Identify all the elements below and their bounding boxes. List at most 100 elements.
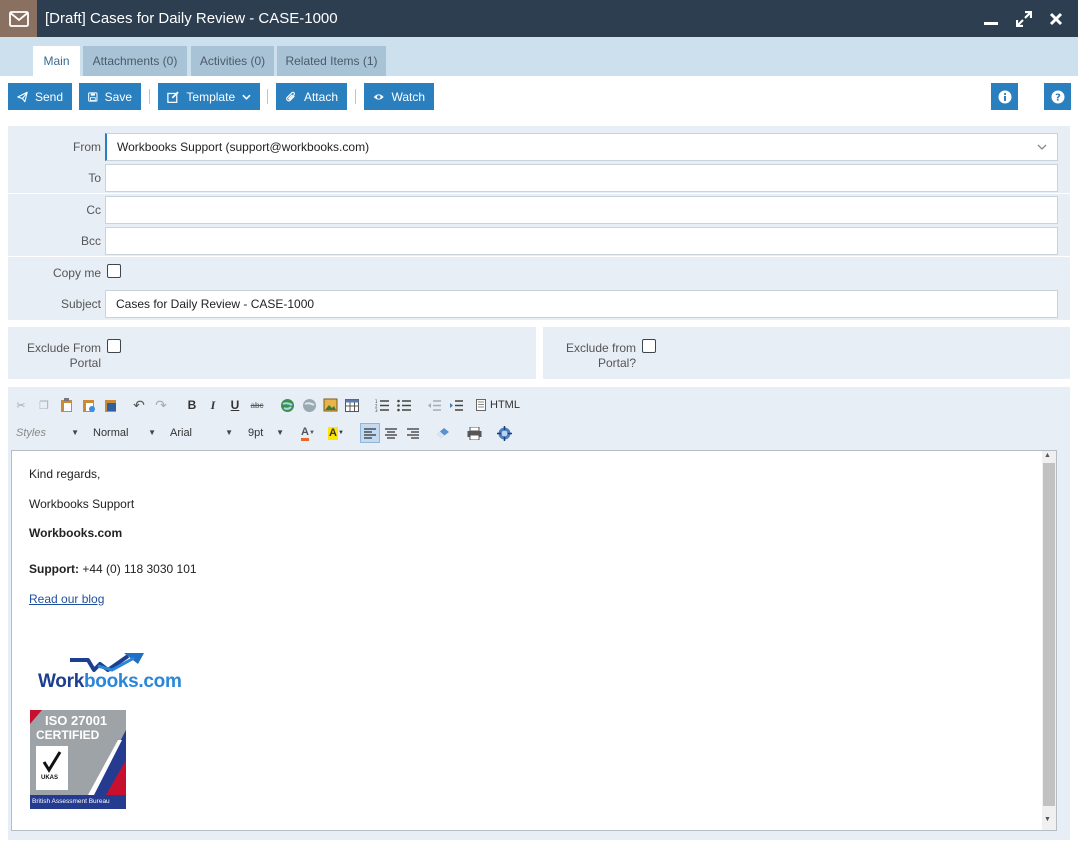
- info-button[interactable]: [991, 83, 1018, 110]
- align-center-icon[interactable]: [382, 424, 400, 442]
- close-icon: [1049, 12, 1063, 25]
- support-label: Support:: [29, 562, 79, 576]
- exclude-from-portal-checkbox[interactable]: [107, 339, 121, 353]
- redo-icon[interactable]: ↷: [152, 396, 170, 414]
- exclude-label-line2: Portal?: [597, 356, 636, 370]
- window-titlebar: [Draft] Cases for Daily Review - CASE-10…: [0, 0, 1078, 37]
- ukas-text: UKAS: [41, 775, 59, 781]
- scroll-down-icon[interactable]: ▼: [1044, 816, 1051, 823]
- align-right-icon[interactable]: [404, 424, 422, 442]
- minimize-button[interactable]: [978, 0, 1004, 37]
- exclude-from-portal-label: Exclude From Portal: [9, 341, 101, 371]
- print-icon[interactable]: [465, 424, 483, 442]
- outdent-icon[interactable]: [425, 396, 443, 414]
- svg-text:3: 3: [375, 408, 378, 412]
- unlink-icon[interactable]: [300, 396, 318, 414]
- indent-icon[interactable]: [447, 396, 465, 414]
- size-value: 9pt: [248, 427, 264, 439]
- send-button[interactable]: Send: [8, 83, 72, 110]
- help-button[interactable]: ?: [1044, 83, 1071, 110]
- exclude-label-line2: Portal: [69, 356, 101, 370]
- numbered-list-icon[interactable]: 123: [373, 396, 391, 414]
- cut-icon[interactable]: ✂: [12, 396, 30, 414]
- signature-support: Support: +44 (0) 118 3030 101: [29, 562, 197, 576]
- bold-icon[interactable]: B: [183, 396, 201, 414]
- exclude-from-portal-2-label: Exclude from Portal?: [544, 341, 636, 371]
- blog-link[interactable]: Read our blog: [29, 592, 104, 606]
- maximize-button[interactable]: [1011, 0, 1037, 37]
- tab-main[interactable]: Main: [33, 46, 80, 76]
- cc-label: Cc: [86, 203, 101, 217]
- eraser-icon[interactable]: [434, 424, 452, 442]
- iso-27001-badge: ISO 27001 CERTIFIED UKAS British Assessm…: [30, 710, 126, 809]
- watch-label: Watch: [391, 89, 425, 104]
- table-icon[interactable]: [343, 396, 361, 414]
- bcc-label: Bcc: [80, 234, 101, 248]
- send-icon: [17, 91, 28, 102]
- watch-button[interactable]: Watch: [364, 83, 434, 110]
- from-value: Workbooks Support (support@workbooks.com…: [117, 140, 370, 154]
- copy-icon[interactable]: ❐: [35, 396, 53, 414]
- paste-icon[interactable]: [57, 396, 75, 414]
- bcc-field[interactable]: [105, 227, 1058, 255]
- signature-company: Workbooks.com: [29, 526, 123, 540]
- copy-me-label: Copy me: [52, 266, 101, 280]
- maximize-editor-icon[interactable]: [495, 424, 513, 442]
- info-icon: [998, 90, 1011, 103]
- edit-icon: [167, 90, 179, 103]
- tab-attachments[interactable]: Attachments (0): [83, 46, 187, 76]
- eye-icon: [373, 93, 384, 100]
- image-icon[interactable]: [321, 396, 339, 414]
- save-label: Save: [104, 89, 132, 104]
- strikethrough-icon[interactable]: abc: [248, 396, 266, 414]
- editor-scrollbar-thumb[interactable]: [1043, 463, 1055, 806]
- subject-field[interactable]: Cases for Daily Review - CASE-1000: [105, 290, 1058, 318]
- format-value: Normal: [93, 427, 129, 439]
- bullet-list-icon[interactable]: [395, 396, 413, 414]
- iso-title: ISO 27001: [45, 713, 108, 728]
- size-combo[interactable]: 9pt ▼: [243, 423, 288, 443]
- background-color-icon[interactable]: A ▼: [325, 424, 347, 442]
- template-dropdown-button[interactable]: Template: [158, 83, 260, 110]
- font-combo[interactable]: Arial ▼: [165, 423, 237, 443]
- align-left-icon[interactable]: [360, 423, 380, 443]
- toolbar-divider: [149, 89, 150, 104]
- iso-certified: CERTIFIED: [36, 728, 100, 742]
- attach-button[interactable]: Attach: [276, 83, 347, 110]
- subject-label: Subject: [60, 297, 101, 311]
- template-label: Template: [186, 89, 236, 104]
- workbooks-logo: Workbooks.com: [38, 652, 186, 694]
- paste-word-icon[interactable]: [101, 396, 119, 414]
- format-combo[interactable]: Normal ▼: [88, 423, 160, 443]
- html-source-button[interactable]: HTML: [476, 396, 528, 414]
- scroll-up-icon[interactable]: ▲: [1044, 452, 1051, 459]
- attach-label: Attach: [303, 89, 338, 104]
- to-field[interactable]: [105, 164, 1058, 192]
- to-label: To: [88, 171, 101, 185]
- copy-me-checkbox[interactable]: [107, 264, 121, 278]
- support-phone: +44 (0) 118 3030 101: [82, 562, 197, 576]
- exclude-from-portal-2-checkbox[interactable]: [642, 339, 656, 353]
- send-label: Send: [34, 89, 63, 104]
- paste-text-icon[interactable]: [79, 396, 97, 414]
- from-select[interactable]: Workbooks Support (support@workbooks.com…: [105, 133, 1058, 161]
- undo-icon[interactable]: ↶: [130, 396, 148, 414]
- italic-icon[interactable]: I: [204, 396, 222, 414]
- row-divider: [8, 256, 1070, 257]
- window-title: [Draft] Cases for Daily Review - CASE-10…: [45, 10, 338, 27]
- styles-combo[interactable]: Styles ▼: [11, 423, 83, 443]
- text-color-icon[interactable]: A ▼: [297, 424, 319, 442]
- close-button[interactable]: [1043, 0, 1069, 37]
- font-value: Arial: [170, 427, 193, 439]
- editor-content-area[interactable]: [11, 450, 1057, 831]
- underline-icon[interactable]: U: [226, 396, 244, 414]
- row-divider: [8, 193, 1070, 194]
- cc-field[interactable]: [105, 196, 1058, 224]
- link-icon[interactable]: [278, 396, 296, 414]
- save-button[interactable]: Save: [79, 83, 141, 110]
- from-label: From: [73, 140, 101, 154]
- tab-related-items[interactable]: Related Items (1): [277, 46, 386, 76]
- tab-activities[interactable]: Activities (0): [191, 46, 274, 76]
- expand-icon: [1016, 10, 1032, 27]
- signature-line-1: Kind regards,: [29, 467, 101, 481]
